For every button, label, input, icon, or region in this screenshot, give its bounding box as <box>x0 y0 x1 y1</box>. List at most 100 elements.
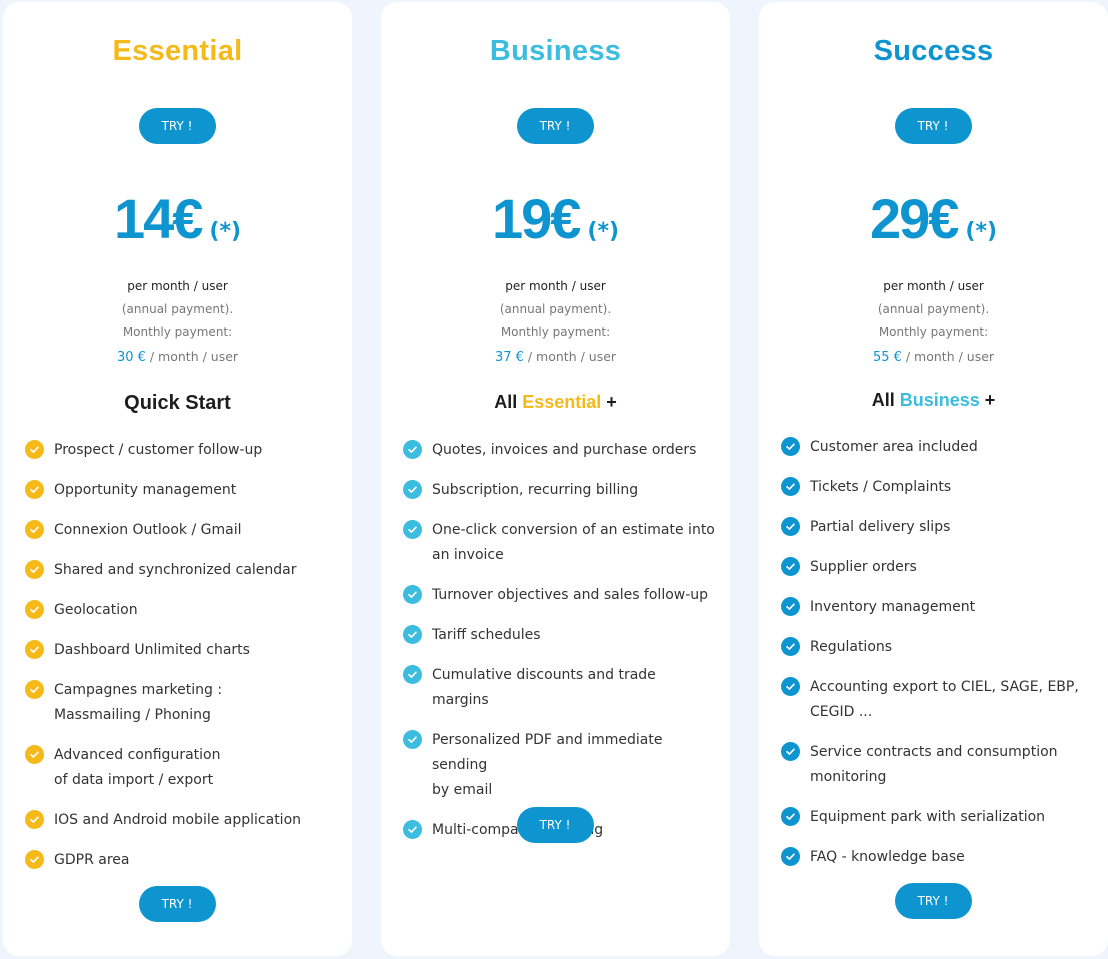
check-circle-icon <box>403 730 422 749</box>
check-circle-icon <box>25 680 44 699</box>
feature-item: Dashboard Unlimited charts <box>25 638 338 663</box>
annual-note: (annual payment). <box>877 302 990 316</box>
feature-text: GDPR area <box>54 852 130 868</box>
section-highlight: Essential <box>522 392 602 412</box>
feature-item: Personalized PDF and immediate sending b… <box>403 728 716 803</box>
check-circle-icon <box>25 520 44 539</box>
feature-text: Connexion Outlook / Gmail <box>54 522 242 538</box>
monthly-price: 55 € / month / user <box>759 349 1108 365</box>
plan-title: Success <box>873 35 994 67</box>
check-circle-icon <box>781 477 800 496</box>
check-circle-icon <box>781 517 800 536</box>
section-title: All Essential + <box>381 392 730 413</box>
monthly-amount: 55 € <box>872 350 902 365</box>
try-button-top[interactable]: TRY ! <box>894 108 972 144</box>
monthly-amount: 30 € <box>116 350 146 365</box>
monthly-label: Monthly payment: <box>500 325 611 339</box>
plan-title: Business <box>489 35 622 67</box>
section-suffix: + <box>601 392 617 412</box>
check-circle-icon <box>403 480 422 499</box>
price-period: per month / user <box>505 279 606 293</box>
feature-item: Campagnes marketing : Massmailing / Phon… <box>25 678 338 728</box>
feature-text: Supplier orders <box>810 559 917 575</box>
feature-list: Prospect / customer follow-up Opportunity… <box>25 438 338 888</box>
feature-list: Quotes, invoices and purchase orders Subs… <box>403 438 716 858</box>
price-note: (*) <box>965 219 998 244</box>
section-prefix: All <box>494 392 523 412</box>
plan-title: Essential <box>112 35 243 67</box>
feature-item: IOS and Android mobile application <box>25 808 338 833</box>
feature-text: Regulations <box>810 639 893 655</box>
monthly-price: 30 € / month / user <box>3 349 352 365</box>
plan-price: 14€ <box>113 187 203 250</box>
feature-text: Advanced configuration of data import / … <box>54 747 221 788</box>
check-circle-icon <box>781 677 800 696</box>
feature-text: Service contracts and consumption monito… <box>810 744 1058 785</box>
feature-text: IOS and Android mobile application <box>54 812 302 828</box>
feature-item: GDPR area <box>25 848 338 873</box>
feature-text: FAQ - knowledge base <box>810 849 965 865</box>
feature-text: Geolocation <box>54 602 138 618</box>
feature-text: Cumulative discounts and trade margins <box>432 667 656 708</box>
feature-text: Turnover objectives and sales follow-up <box>432 587 709 603</box>
feature-item: Partial delivery slips <box>781 515 1094 540</box>
check-circle-icon <box>403 665 422 684</box>
feature-item: Customer area included <box>781 435 1094 460</box>
monthly-suffix: / month / user <box>145 349 239 364</box>
section-title: All Business + <box>759 390 1108 411</box>
annual-note: (annual payment). <box>499 302 612 316</box>
try-button-bottom[interactable]: TRY ! <box>894 883 972 919</box>
feature-item: One-click conversion of an estimate into… <box>403 518 716 568</box>
feature-text: Shared and synchronized calendar <box>54 562 297 578</box>
feature-text: Quotes, invoices and purchase orders <box>432 442 697 458</box>
feature-text: Tickets / Complaints <box>810 479 952 495</box>
feature-text: Equipment park with serialization <box>810 809 1046 825</box>
check-circle-icon <box>403 520 422 539</box>
feature-text: Prospect / customer follow-up <box>54 442 263 458</box>
monthly-price: 37 € / month / user <box>381 349 730 365</box>
try-button-bottom[interactable]: TRY ! <box>138 886 216 922</box>
section-prefix: All <box>871 390 900 410</box>
feature-item: Cumulative discounts and trade margins <box>403 663 716 713</box>
try-button-top[interactable]: TRY ! <box>516 108 594 144</box>
feature-item: Supplier orders <box>781 555 1094 580</box>
price-row: 19€ (*) <box>381 186 730 251</box>
feature-item: Equipment park with serialization <box>781 805 1094 830</box>
check-circle-icon <box>25 850 44 869</box>
feature-item: Connexion Outlook / Gmail <box>25 518 338 543</box>
check-circle-icon <box>781 557 800 576</box>
feature-item: Opportunity management <box>25 478 338 503</box>
monthly-label: Monthly payment: <box>878 325 989 339</box>
check-circle-icon <box>781 807 800 826</box>
feature-item: Accounting export to CIEL, SAGE, EBP, CE… <box>781 675 1094 725</box>
feature-text: Accounting export to CIEL, SAGE, EBP, CE… <box>810 679 1079 720</box>
feature-item: Tickets / Complaints <box>781 475 1094 500</box>
try-button-bottom[interactable]: TRY ! <box>516 807 594 843</box>
feature-item: Tariff schedules <box>403 623 716 648</box>
feature-item: Quotes, invoices and purchase orders <box>403 438 716 463</box>
price-period: per month / user <box>127 279 228 293</box>
plan-price: 29€ <box>869 187 959 250</box>
check-circle-icon <box>781 742 800 761</box>
plan-card-success: Success TRY ! 29€ (*) per month / user (a… <box>759 2 1108 956</box>
plan-card-essential: Essential TRY ! 14€ (*) per month / user … <box>3 2 352 956</box>
feature-text: Personalized PDF and immediate sending b… <box>432 732 663 798</box>
feature-text: Tariff schedules <box>432 627 541 643</box>
monthly-suffix: / month / user <box>901 349 995 364</box>
check-circle-icon <box>403 820 422 839</box>
feature-text: One-click conversion of an estimate into… <box>432 522 715 563</box>
check-circle-icon <box>781 637 800 656</box>
section-title: Quick Start <box>3 392 352 415</box>
feature-item: Geolocation <box>25 598 338 623</box>
monthly-amount: 37 € <box>494 350 524 365</box>
feature-list: Customer area included Tickets / Complain… <box>781 435 1094 885</box>
check-circle-icon <box>781 437 800 456</box>
try-button-top[interactable]: TRY ! <box>138 108 216 144</box>
check-circle-icon <box>25 480 44 499</box>
feature-item: Turnover objectives and sales follow-up <box>403 583 716 608</box>
section-suffix: + <box>979 390 996 410</box>
section-highlight: Business <box>899 390 980 410</box>
feature-item: Subscription, recurring billing <box>403 478 716 503</box>
check-circle-icon <box>25 560 44 579</box>
price-row: 29€ (*) <box>759 186 1108 251</box>
